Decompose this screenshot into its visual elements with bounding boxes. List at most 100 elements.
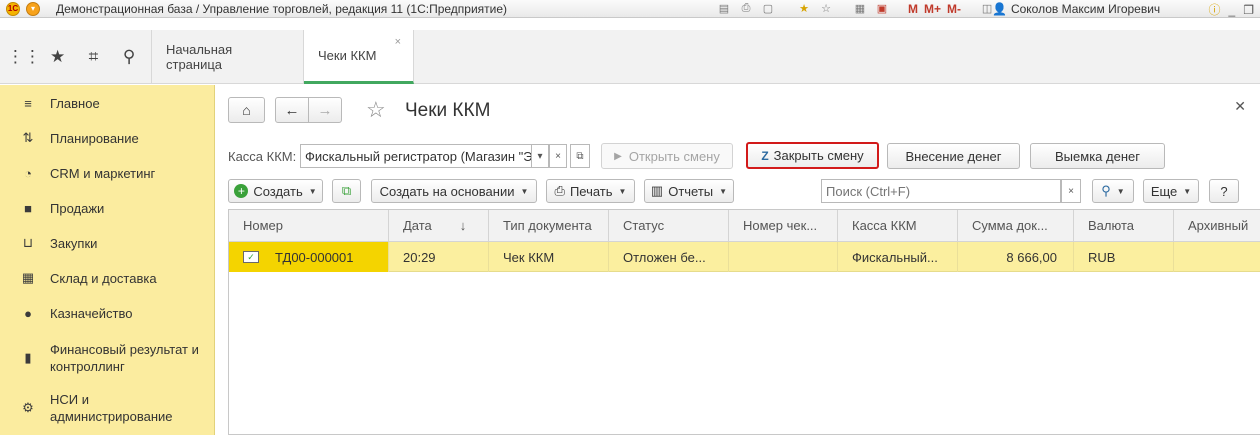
- search-clear-button[interactable]: ×: [1061, 179, 1081, 203]
- user-info[interactable]: 👤 Соколов Максим Игоревич: [992, 2, 1160, 16]
- favorite-icon[interactable]: ★: [796, 1, 812, 16]
- forward-button[interactable]: →: [308, 97, 342, 123]
- cell-number[interactable]: ✓ ТД00-000001: [229, 242, 389, 272]
- sidebar-item-sales[interactable]: ■ Продажи: [0, 198, 215, 218]
- close-form-icon[interactable]: ✕: [1234, 98, 1246, 115]
- calculator-icon[interactable]: ▦: [852, 1, 868, 16]
- memory-m-minus-button[interactable]: M-: [947, 2, 961, 16]
- chevron-down-icon: ▼: [520, 186, 529, 196]
- column-header-label: Номер: [243, 218, 284, 233]
- help-button[interactable]: ?: [1209, 179, 1239, 203]
- cash-out-label: Выемка денег: [1055, 148, 1140, 164]
- top-icon-panel: ⋮⋮ ★ ⌗ ⚲: [0, 30, 152, 84]
- tab-kkm-checks[interactable]: Чеки ККМ ×: [304, 30, 414, 84]
- arrow-left-icon: ←: [284, 101, 300, 119]
- column-header-doc-type[interactable]: Тип документа: [489, 210, 609, 241]
- table-header: Номер Дата ↓ Тип документа Статус Номер …: [229, 210, 1260, 242]
- column-header-number[interactable]: Номер: [229, 210, 389, 241]
- calendar-icon[interactable]: ▣: [874, 1, 890, 16]
- column-header-label: Дата: [403, 218, 432, 233]
- create-button[interactable]: + Создать ▼: [228, 179, 323, 203]
- memory-m-plus-button[interactable]: M+: [924, 2, 941, 16]
- column-header-archive[interactable]: Архивный: [1174, 210, 1260, 241]
- info-icon[interactable]: ⓘ: [1209, 1, 1221, 18]
- main-menu-icon[interactable]: ▾: [26, 1, 40, 16]
- print-icon[interactable]: ⎙: [738, 1, 754, 16]
- print-button[interactable]: ⎙ Печать ▼: [546, 179, 635, 203]
- documents-table: Номер Дата ↓ Тип документа Статус Номер …: [228, 209, 1260, 435]
- tab-bar: ⋮⋮ ★ ⌗ ⚲ Начальная страница Чеки ККМ ×: [0, 30, 1260, 84]
- sidebar-item-purchases[interactable]: ⊔ Закупки: [0, 233, 215, 253]
- cart-icon: ⊔: [22, 235, 34, 250]
- sidebar-item-financial-result[interactable]: ▮ Финансовый результат и контроллинг: [0, 341, 215, 375]
- sidebar-item-main[interactable]: ≡ Главное: [0, 93, 215, 113]
- sidebar-item-planning[interactable]: ⇅ Планирование: [0, 128, 215, 148]
- favorites-list-icon[interactable]: ☆: [818, 1, 834, 16]
- kassa-open-button[interactable]: ⧉: [570, 144, 590, 168]
- create-based-on-label: Создать на основании: [379, 183, 515, 199]
- sidebar-item-label: Финансовый результат и контроллинг: [50, 342, 199, 374]
- close-shift-label: Закрыть смену: [773, 148, 864, 163]
- tab-close-icon[interactable]: ×: [395, 36, 401, 48]
- sidebar-item-label: Продажи: [50, 200, 105, 216]
- sidebar-item-treasury[interactable]: ● Казначейство: [0, 303, 215, 323]
- column-header-sum[interactable]: Сумма док...: [958, 210, 1074, 241]
- search-input[interactable]: [821, 179, 1061, 203]
- column-header-check-number[interactable]: Номер чек...: [729, 210, 838, 241]
- titlebar-toolbar: ▤ ⎙ ▢ ★ ☆ ▦ ▣ M M+ M- ◫: [716, 1, 995, 16]
- cell-status: Отложен бе...: [609, 242, 729, 272]
- preview-icon[interactable]: ▢: [760, 1, 776, 16]
- 1c-logo-icon[interactable]: 1С: [6, 1, 20, 16]
- column-header-status[interactable]: Статус: [609, 210, 729, 241]
- planning-icon: ⇅: [22, 130, 34, 145]
- chevron-down-icon: ▼: [719, 186, 728, 196]
- sidebar-item-label: Главное: [50, 95, 100, 111]
- create-based-on-button[interactable]: Создать на основании ▼: [371, 179, 537, 203]
- open-shift-button[interactable]: ▶ Открыть смену: [601, 143, 733, 169]
- memory-m-button[interactable]: M: [908, 2, 918, 16]
- sort-arrow-icon: ↓: [459, 218, 467, 233]
- cash-in-button[interactable]: Внесение денег: [887, 143, 1020, 169]
- back-button[interactable]: ←: [275, 97, 309, 123]
- column-header-label: Касса ККМ: [852, 218, 917, 233]
- play-icon: ▶: [614, 150, 622, 162]
- kassa-dropdown-button[interactable]: ▾: [531, 144, 549, 168]
- column-header-currency[interactable]: Валюта: [1074, 210, 1174, 241]
- save-icon[interactable]: ▤: [716, 1, 732, 16]
- chevron-down-icon: ▼: [1183, 186, 1192, 196]
- chevron-down-icon: ▼: [1116, 186, 1125, 196]
- cell-date: 20:29: [389, 242, 489, 272]
- copy-button[interactable]: ⧉: [332, 179, 361, 203]
- chevron-down-icon: ▼: [618, 186, 627, 196]
- cash-out-button[interactable]: Выемка денег: [1030, 143, 1165, 169]
- sidebar-item-warehouse[interactable]: ▦ Склад и доставка: [0, 268, 215, 288]
- favorites-star-icon[interactable]: ★: [43, 47, 73, 67]
- restore-icon[interactable]: ❐: [1243, 3, 1254, 17]
- sidebar-item-admin[interactable]: ⚙ НСИ и администрирование: [0, 391, 215, 425]
- arrow-right-icon: →: [317, 101, 333, 119]
- kassa-clear-button[interactable]: ×: [549, 144, 567, 168]
- close-shift-button[interactable]: Z Закрыть смену: [746, 142, 879, 169]
- sidebar-item-crm[interactable]: ◔ CRM и маркетинг: [0, 163, 215, 183]
- reports-button[interactable]: ▥ Отчеты ▼: [644, 179, 734, 203]
- minimize-icon[interactable]: _: [1229, 3, 1236, 17]
- search-button[interactable]: ⚲ ▼: [1092, 179, 1134, 203]
- more-button[interactable]: Еще ▼: [1143, 179, 1199, 203]
- column-header-kassa[interactable]: Касса ККМ: [838, 210, 958, 241]
- table-row[interactable]: ✓ ТД00-000001 20:29 Чек ККМ Отложен бе..…: [229, 242, 1260, 272]
- apps-grid-icon[interactable]: ⋮⋮: [7, 47, 41, 67]
- pie-chart-icon: ◔: [24, 165, 32, 181]
- row-number: ТД00-000001: [275, 249, 354, 265]
- reports-label: Отчеты: [668, 183, 714, 199]
- search-icon[interactable]: ⚲: [114, 47, 144, 67]
- column-header-date[interactable]: Дата ↓: [389, 210, 489, 241]
- kassa-field[interactable]: Фискальный регистратор (Магазин "Э: [300, 144, 532, 168]
- more-label: Еще: [1150, 183, 1178, 199]
- tab-kkm-checks-label: Чеки ККМ: [318, 48, 377, 63]
- add-to-favorites-star-icon[interactable]: ☆: [366, 97, 386, 123]
- home-button[interactable]: ⌂: [228, 97, 265, 123]
- bar-chart-icon: ▮: [24, 350, 32, 365]
- tab-home[interactable]: Начальная страница: [152, 30, 304, 84]
- history-icon[interactable]: ⌗: [78, 47, 108, 67]
- column-header-label: Статус: [623, 218, 665, 233]
